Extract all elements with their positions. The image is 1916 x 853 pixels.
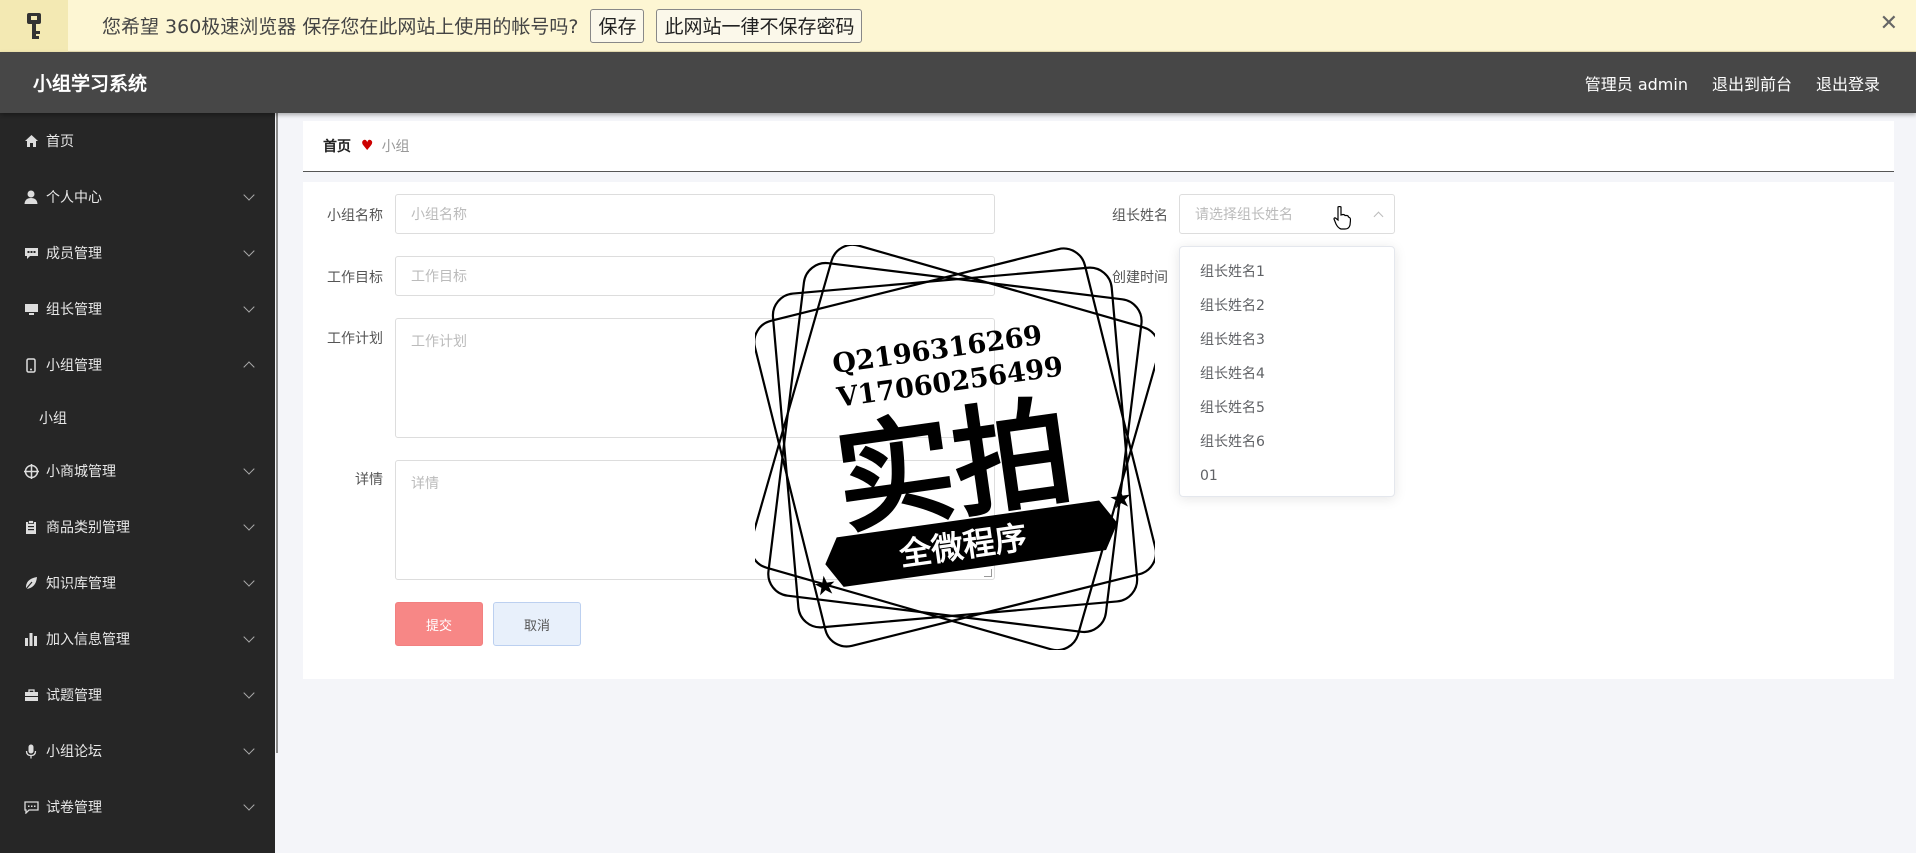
plan-label: 工作计划: [327, 331, 383, 347]
group-name-input[interactable]: 小组名称: [395, 194, 995, 234]
plan-placeholder: 工作计划: [411, 334, 467, 350]
current-user: 管理员 admin: [1584, 74, 1688, 94]
top-header: 小组学习系统 管理员 admin 退出到前台 退出登录: [0, 52, 1916, 113]
sidebar-item-label: 成员管理: [46, 246, 102, 262]
leader-dropdown: 组长姓名1 组长姓名2 组长姓名3 组长姓名4 组长姓名5 组长姓名6 01: [1179, 246, 1395, 497]
chevron-down-icon: [243, 189, 255, 201]
mic-icon: [23, 743, 39, 759]
leader-placeholder: 请选择组长姓名: [1195, 207, 1293, 223]
chat-icon: [23, 245, 39, 261]
sidebar-item-label: 商品类别管理: [46, 520, 130, 536]
leaf-icon: [23, 575, 39, 591]
sidebar-item-papers[interactable]: 试卷管理: [0, 779, 275, 835]
breadcrumb-current: 小组: [381, 139, 410, 155]
logout-link[interactable]: 退出登录: [1816, 71, 1880, 95]
clipboard-icon: [23, 519, 39, 535]
sidebar-item-label: 试卷管理: [46, 800, 102, 816]
sidebar-item-categories[interactable]: 商品类别管理: [0, 499, 275, 555]
chevron-down-icon: [243, 631, 255, 643]
group-name-label: 小组名称: [327, 208, 383, 224]
chevron-down-icon: [243, 575, 255, 587]
breadcrumb: 首页 ♥ 小组: [303, 121, 1894, 172]
sidebar-item-members[interactable]: 成员管理: [0, 225, 275, 281]
dropdown-option[interactable]: 组长姓名2: [1180, 289, 1394, 323]
sidebar-item-groups[interactable]: 小组管理: [0, 337, 275, 393]
password-save-bar: 您希望 360极速浏览器 保存您在此网站上使用的帐号吗? 保存 此网站一律不保存…: [0, 0, 1916, 52]
watermark-stamp: Q2196316269 V17060256499 实拍 全微程序 ★ ★: [755, 245, 1155, 650]
sidebar-item-shop[interactable]: 小商城管理: [0, 443, 275, 499]
message-icon: [23, 799, 39, 815]
sidebar-scrollbar[interactable]: [276, 113, 278, 753]
target-icon: [23, 463, 39, 479]
user-icon: [23, 189, 39, 205]
header-actions: 管理员 admin 退出到前台 退出登录: [1561, 52, 1880, 113]
goal-label: 工作目标: [327, 270, 383, 286]
chevron-down-icon: [243, 519, 255, 531]
app-title: 小组学习系统: [33, 73, 148, 95]
sidebar-item-label: 小组论坛: [46, 744, 102, 760]
sidebar-item-label: 知识库管理: [46, 576, 116, 592]
phone-icon: [23, 357, 39, 373]
chevron-down-icon: [243, 463, 255, 475]
password-save-message: 您希望 360极速浏览器 保存您在此网站上使用的帐号吗?: [102, 16, 579, 38]
save-password-button[interactable]: 保存: [590, 8, 645, 43]
close-icon[interactable]: ✕: [1880, 11, 1898, 36]
sidebar-item-label: 小组管理: [46, 358, 102, 374]
sidebar-item-questions[interactable]: 试题管理: [0, 667, 275, 723]
sidebar-item-label: 试题管理: [46, 688, 102, 704]
sidebar-item-home[interactable]: 首页: [0, 113, 275, 169]
exit-to-front-link[interactable]: 退出到前台: [1712, 71, 1792, 95]
sidebar-item-profile[interactable]: 个人中心: [0, 169, 275, 225]
key-icon: [0, 0, 68, 52]
never-save-password-button[interactable]: 此网站一律不保存密码: [656, 8, 863, 43]
detail-placeholder: 详情: [411, 476, 439, 492]
dropdown-option[interactable]: 01: [1180, 459, 1394, 493]
sidebar-item-label: 首页: [46, 134, 74, 150]
bar-chart-icon: [23, 631, 39, 647]
sidebar-item-leaders[interactable]: 组长管理: [0, 281, 275, 337]
sidebar-item-knowledge[interactable]: 知识库管理: [0, 555, 275, 611]
sidebar-subitem-group[interactable]: 小组: [39, 408, 67, 428]
hand-cursor-icon: [1333, 206, 1351, 230]
dropdown-option[interactable]: 组长姓名4: [1180, 357, 1394, 391]
submit-button[interactable]: 提交: [395, 602, 483, 646]
sidebar-item-forum[interactable]: 小组论坛: [0, 723, 275, 779]
chevron-down-icon: [243, 743, 255, 755]
sidebar-item-label: 小商城管理: [46, 464, 116, 480]
chevron-down-icon: [243, 301, 255, 313]
sidebar: 首页 个人中心 成员管理 组长管理 小组管理 小组 小商城管理 商品类别管理 知…: [0, 113, 275, 853]
home-icon: [23, 133, 39, 149]
heart-icon: ♥: [361, 138, 374, 154]
sidebar-item-join-info[interactable]: 加入信息管理: [0, 611, 275, 667]
dropdown-option[interactable]: 组长姓名1: [1180, 255, 1394, 289]
sidebar-item-label: 加入信息管理: [46, 632, 130, 648]
star-icon: ★: [811, 570, 838, 603]
sidebar-item-label: 个人中心: [46, 190, 102, 206]
monitor-icon: [23, 301, 39, 317]
chevron-up-icon: [1373, 211, 1384, 222]
briefcase-icon: [23, 687, 39, 703]
chevron-down-icon: [243, 245, 255, 257]
dropdown-option[interactable]: 组长姓名3: [1180, 323, 1394, 357]
leader-select[interactable]: 请选择组长姓名: [1179, 194, 1395, 234]
leader-label: 组长姓名: [1112, 208, 1168, 224]
dropdown-option[interactable]: 组长姓名5: [1180, 391, 1394, 425]
chevron-down-icon: [243, 687, 255, 699]
dropdown-option[interactable]: 组长姓名6: [1180, 425, 1394, 459]
star-icon: ★: [1107, 483, 1134, 516]
detail-label: 详情: [355, 472, 383, 488]
chevron-up-icon: [243, 361, 255, 373]
breadcrumb-home[interactable]: 首页: [323, 136, 351, 156]
cancel-button[interactable]: 取消: [493, 602, 581, 646]
chevron-down-icon: [243, 799, 255, 811]
sidebar-item-label: 组长管理: [46, 302, 102, 318]
